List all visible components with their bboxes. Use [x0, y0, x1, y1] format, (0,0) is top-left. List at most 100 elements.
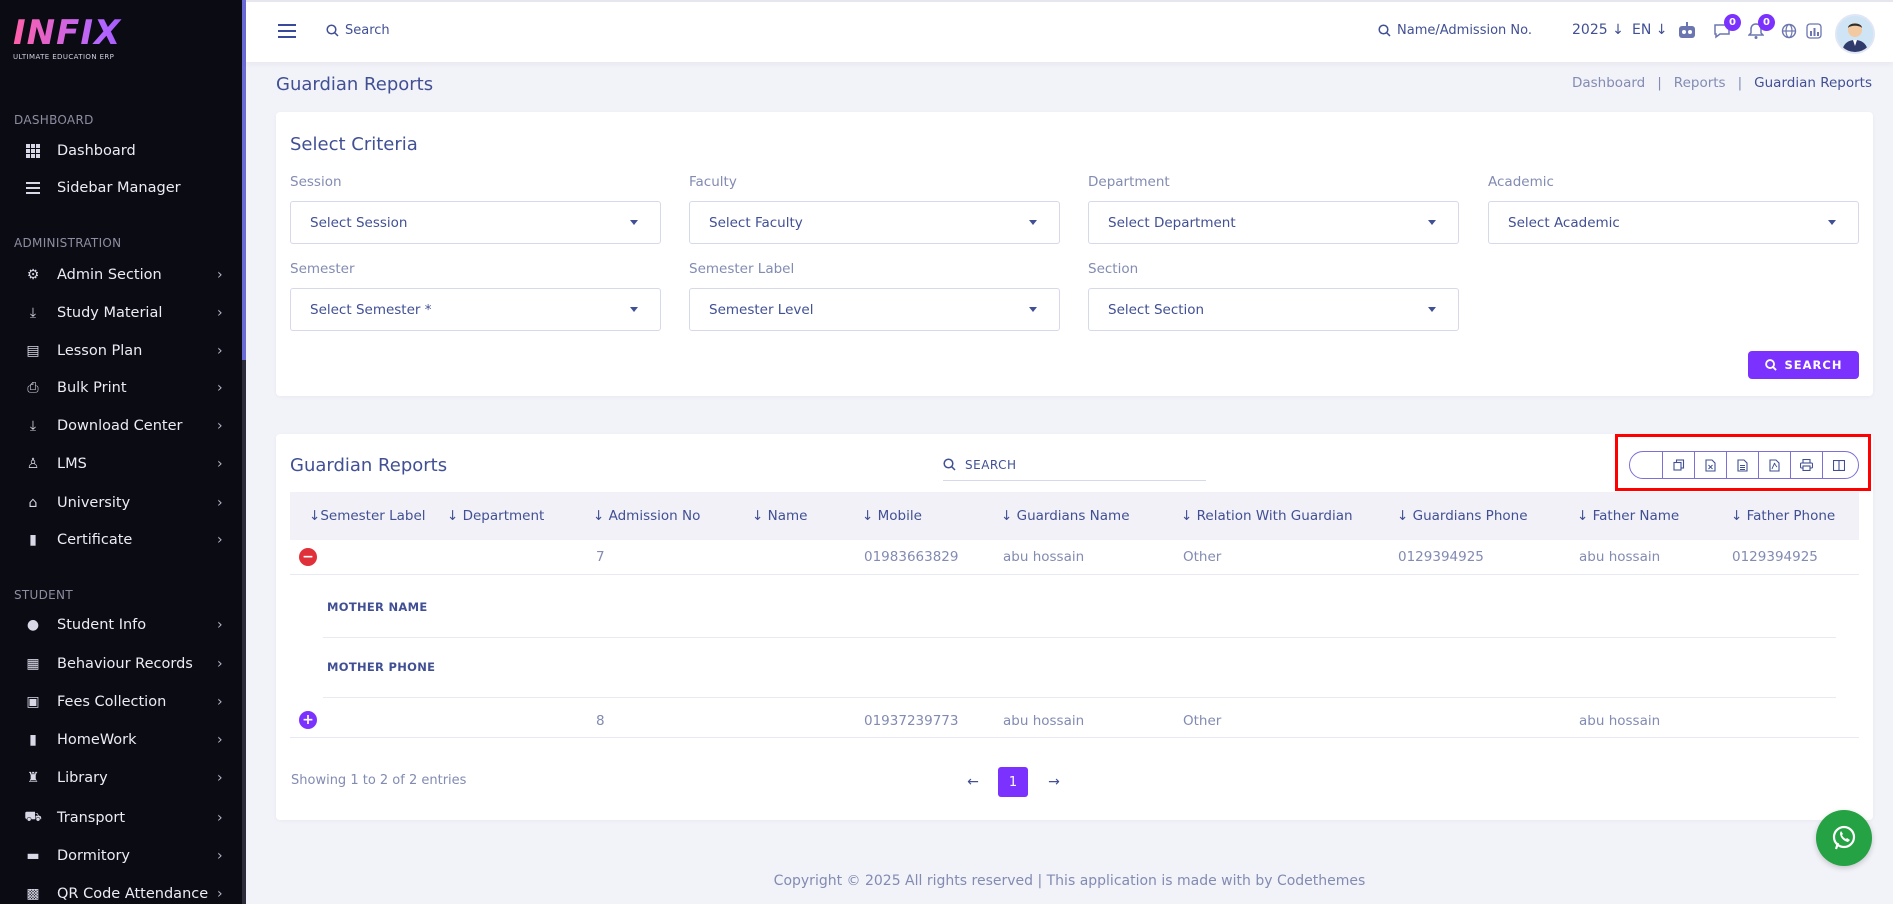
sidebar-item-bulk-print[interactable]: ⎙ Bulk Print ›: [0, 370, 242, 406]
sidebar-item-behaviour-records[interactable]: ▦ Behaviour Records ›: [0, 646, 242, 682]
cell-admission-no: 8: [596, 713, 605, 729]
section-select[interactable]: Select Section: [1088, 288, 1459, 331]
cell-admission-no: 7: [596, 549, 605, 565]
department-select[interactable]: Select Department: [1088, 201, 1459, 244]
sidebar-item-homework[interactable]: ▮ HomeWork ›: [0, 722, 242, 758]
sidebar-item-qr-code-attendance[interactable]: ▩ QR Code Attendance ›: [0, 876, 242, 904]
criteria-search-button[interactable]: SEARCH: [1748, 351, 1859, 379]
top-search[interactable]: Search: [326, 23, 390, 38]
sidebar-item-university[interactable]: ⌂ University ›: [0, 485, 242, 521]
column-header-admission-no[interactable]: ↓ Admission No: [593, 508, 700, 524]
cell-father-phone: 0129394925: [1732, 549, 1818, 565]
sidebar-item-label: University: [57, 495, 131, 511]
sidebar-section-administration: ADMINISTRATION: [14, 236, 122, 250]
breadcrumb-current[interactable]: Guardian Reports: [1754, 75, 1872, 91]
column-header-relation-with-guardian[interactable]: ↓ Relation With Guardian: [1181, 508, 1353, 524]
faculty-select-value: Select Faculty: [709, 215, 803, 231]
expand-row-button[interactable]: +: [299, 711, 317, 729]
academic-select[interactable]: Select Academic: [1488, 201, 1859, 244]
cell-guardians-phone: 0129394925: [1398, 549, 1484, 565]
sidebar-item-sidebar-manager[interactable]: Sidebar Manager: [0, 170, 242, 206]
column-header-department[interactable]: ↓ Department: [447, 508, 544, 524]
sort-arrow-icon: ↓: [1577, 508, 1593, 524]
caret-down-icon: [1428, 220, 1436, 225]
criteria-search-label: SEARCH: [1784, 358, 1843, 372]
admission-search[interactable]: Name/Admission No.: [1378, 23, 1532, 38]
semester-level-select[interactable]: Semester Level: [689, 288, 1060, 331]
sidebar-item-dormitory[interactable]: ▬ Dormitory ›: [0, 838, 242, 874]
sidebar-item-transport[interactable]: ⛟ Transport ›: [0, 800, 242, 836]
sidebar-scrollbar[interactable]: [242, 0, 246, 904]
robot-icon[interactable]: [1676, 20, 1698, 42]
sort-arrow-icon: ↓: [1397, 508, 1413, 524]
app-logo[interactable]: INFIX ULTIMATE EDUCATION ERP: [13, 15, 183, 70]
logo-word: INFIX: [13, 15, 183, 51]
table-search-input[interactable]: SEARCH: [943, 449, 1206, 481]
semester-label: Semester: [290, 261, 355, 277]
column-header-semester-label[interactable]: ↓Semester Label: [309, 508, 426, 524]
download-icon: ⤓: [29, 418, 37, 434]
sidebar-item-fees-collection[interactable]: ▣ Fees Collection ›: [0, 684, 242, 720]
cell-relation: Other: [1183, 549, 1222, 565]
column-header-label: Guardians Phone: [1412, 508, 1528, 524]
chart-icon[interactable]: [1803, 20, 1825, 42]
language-selector[interactable]: EN ↓: [1632, 22, 1668, 38]
collapse-row-button[interactable]: −: [299, 548, 317, 566]
column-header-guardians-name[interactable]: ↓ Guardians Name: [1001, 508, 1130, 524]
faculty-select[interactable]: Select Faculty: [689, 201, 1060, 244]
sort-arrow-icon: ↓: [309, 508, 321, 524]
sidebar-item-study-material[interactable]: ⤓ Study Material ›: [0, 295, 242, 331]
column-header-label: Name: [767, 508, 808, 524]
message-icon[interactable]: 0: [1711, 14, 1741, 42]
sidebar-item-lms[interactable]: ♙ LMS ›: [0, 446, 242, 482]
sidebar-item-label: Dormitory: [57, 848, 130, 864]
column-header-label: Relation With Guardian: [1196, 508, 1353, 524]
year-value: 2025: [1572, 22, 1608, 38]
pagination-page-button[interactable]: 1: [998, 767, 1028, 797]
column-header-guardians-phone[interactable]: ↓ Guardians Phone: [1397, 508, 1528, 524]
column-header-name[interactable]: ↓ Name: [752, 508, 807, 524]
sidebar-item-library[interactable]: ♜ Library ›: [0, 760, 242, 796]
year-selector[interactable]: 2025 ↓: [1572, 22, 1624, 38]
sidebar-item-dashboard[interactable]: Dashboard: [0, 133, 242, 169]
column-header-label: Semester Label: [320, 508, 426, 524]
whatsapp-chat-button[interactable]: [1816, 810, 1872, 866]
column-header-label: Father Name: [1592, 508, 1680, 524]
hamburger-menu-icon[interactable]: [278, 24, 296, 42]
session-select[interactable]: Select Session: [290, 201, 661, 244]
sidebar-item-label: Transport: [57, 810, 126, 826]
cell-guardians-name: abu hossain: [1003, 713, 1085, 729]
fees-icon: ▣: [26, 694, 40, 710]
sidebar-item-download-center[interactable]: ⤓ Download Center ›: [0, 408, 242, 444]
bell-icon[interactable]: 0: [1745, 14, 1775, 42]
sort-arrow-icon: ↓: [1001, 508, 1017, 524]
column-header-label: Mobile: [877, 508, 922, 524]
faculty-label: Faculty: [689, 174, 737, 190]
arrow-right-icon: →: [1048, 774, 1060, 790]
semester-select-value: Select Semester *: [310, 302, 432, 318]
sidebar-item-certificate[interactable]: ▮ Certificate ›: [0, 522, 242, 558]
search-icon: [326, 24, 339, 37]
column-header-father-phone[interactable]: ↓ Father Phone: [1731, 508, 1835, 524]
admission-search-label: Name/Admission No.: [1397, 23, 1532, 38]
sidebar-item-admin-section[interactable]: ⚙ Admin Section ›: [0, 257, 242, 293]
section-label: Section: [1088, 261, 1139, 277]
sidebar-item-label: Lesson Plan: [57, 343, 143, 359]
sidebar: INFIX ULTIMATE EDUCATION ERP DASHBOARD D…: [0, 0, 246, 904]
breadcrumb-reports[interactable]: Reports: [1674, 75, 1726, 91]
sidebar-item-lesson-plan[interactable]: ▤ Lesson Plan ›: [0, 333, 242, 369]
column-header-father-name[interactable]: ↓ Father Name: [1577, 508, 1679, 524]
table-search-placeholder: SEARCH: [965, 457, 1017, 472]
semester-select[interactable]: Select Semester *: [290, 288, 661, 331]
arrow-left-icon: ←: [967, 774, 979, 790]
cell-father-name: abu hossain: [1579, 713, 1661, 729]
pagination-next-button[interactable]: →: [1039, 767, 1069, 797]
globe-icon[interactable]: [1778, 20, 1800, 42]
child-label-mother-name: MOTHER NAME: [327, 600, 428, 614]
avatar[interactable]: [1835, 14, 1875, 54]
column-header-mobile[interactable]: ↓ Mobile: [862, 508, 922, 524]
pagination-prev-button[interactable]: ←: [958, 767, 988, 797]
chevron-right-icon: ›: [217, 267, 223, 283]
breadcrumb-dashboard[interactable]: Dashboard: [1572, 75, 1645, 91]
sidebar-item-student-info[interactable]: ● Student Info ›: [0, 607, 242, 643]
